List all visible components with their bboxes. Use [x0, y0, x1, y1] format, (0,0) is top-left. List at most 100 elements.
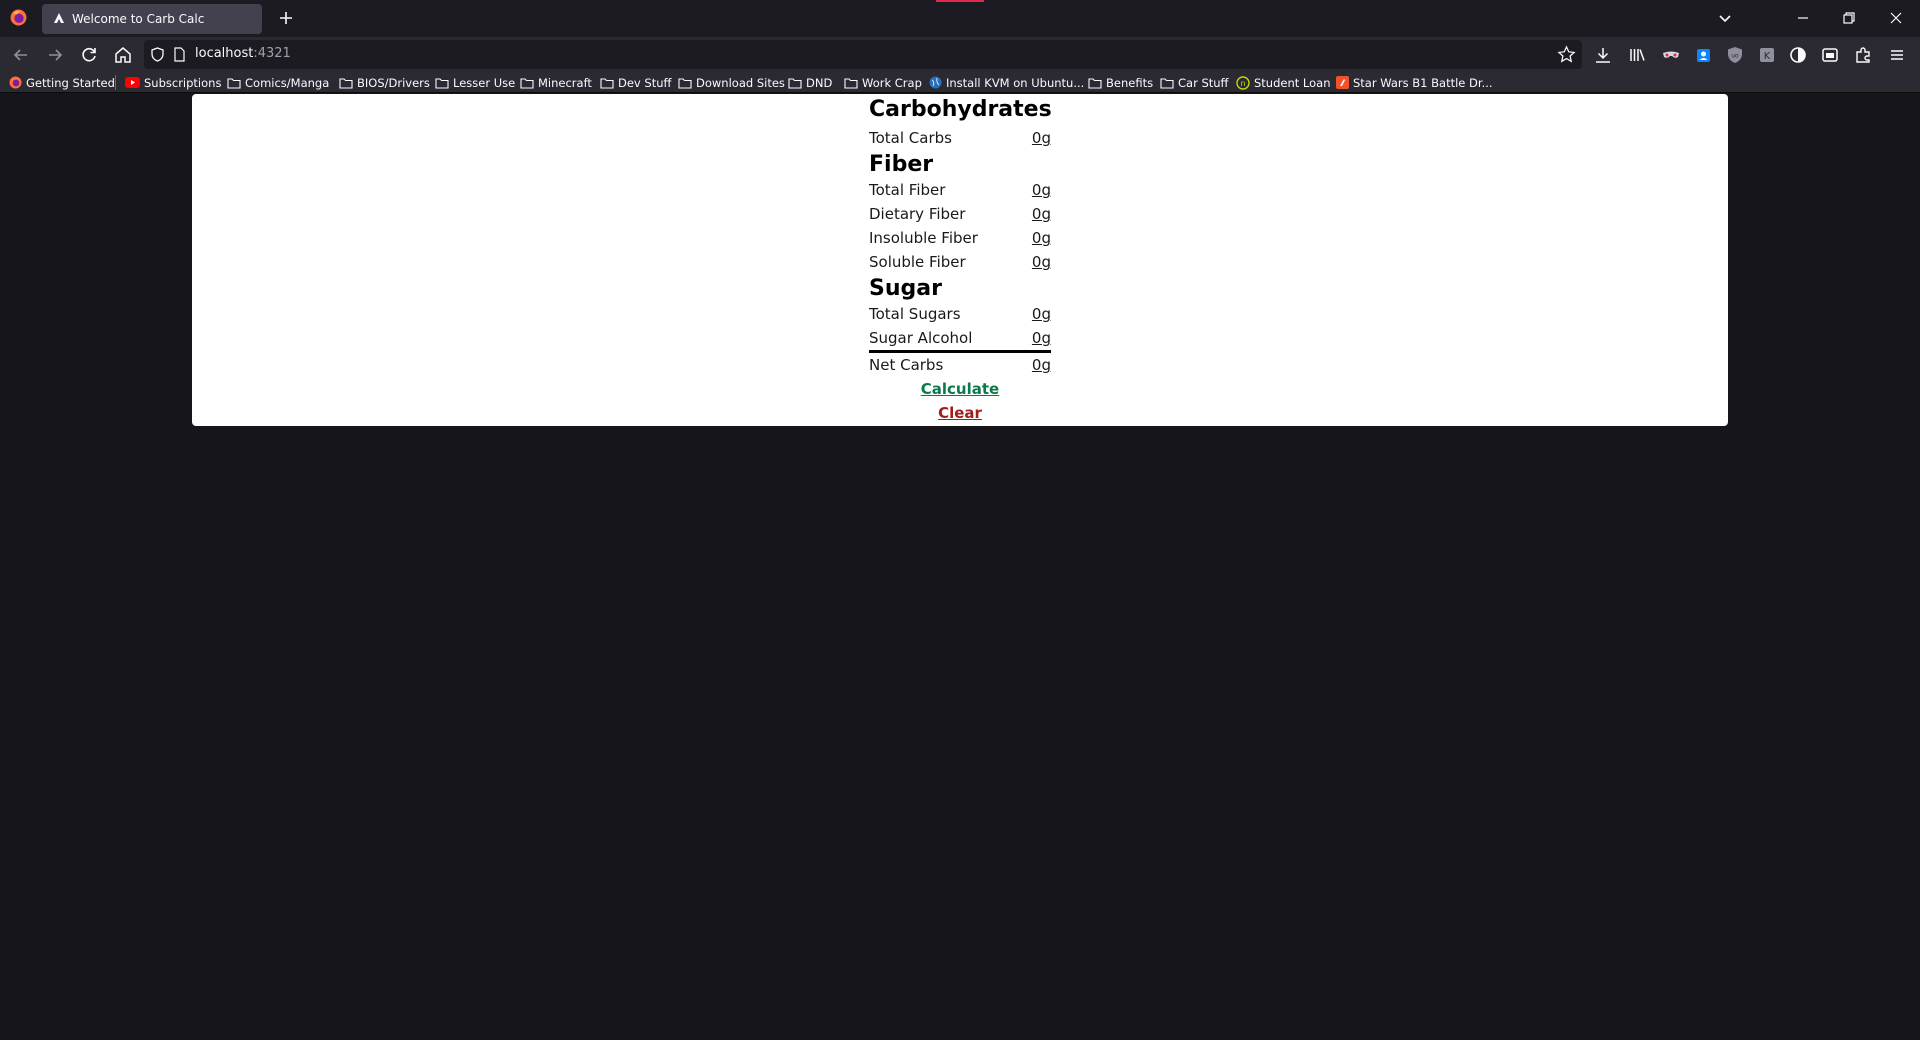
- bookmark-label: Minecraft: [538, 75, 592, 90]
- downloads-icon[interactable]: [1592, 44, 1614, 66]
- bookmark-folder-work-crap[interactable]: Work Crap: [844, 74, 922, 91]
- bookmark-folder-car-stuff[interactable]: Car Stuff: [1160, 74, 1228, 91]
- bookmark-install-kvm[interactable]: Install KVM on Ubuntu...: [929, 74, 1084, 91]
- bookmark-label: Lesser Use: [453, 75, 516, 90]
- nelnet-icon: n: [1236, 75, 1250, 90]
- insoluble-fiber-value[interactable]: 0g: [1032, 229, 1051, 247]
- extensions-puzzle-icon[interactable]: [1852, 44, 1874, 66]
- content-card: Carbohydrates Total Carbs 0g Fiber Total…: [192, 94, 1728, 426]
- list-all-tabs-chevron-icon[interactable]: [1715, 8, 1735, 28]
- bookmark-getting-started[interactable]: Getting Started: [9, 74, 115, 91]
- bookmark-folder-download-sites[interactable]: Download Sites: [678, 74, 785, 91]
- sugar-alcohol-label: Sugar Alcohol: [869, 329, 973, 347]
- svg-text:uo: uo: [1731, 53, 1739, 60]
- folder-icon: [520, 77, 534, 89]
- sharing-indicator: [936, 0, 984, 2]
- bookmark-label: Install KVM on Ubuntu...: [946, 75, 1085, 90]
- back-arrow-icon[interactable]: [9, 43, 33, 67]
- page-info-icon[interactable]: [172, 47, 186, 62]
- folder-icon: [678, 77, 692, 89]
- new-tab-plus-icon[interactable]: [274, 6, 298, 30]
- minimize-icon[interactable]: [1792, 7, 1814, 29]
- net-carbs-divider: [869, 350, 1051, 353]
- sugar-heading: Sugar: [869, 276, 942, 301]
- dietary-fiber-value[interactable]: 0g: [1032, 205, 1051, 223]
- folder-icon: [788, 77, 802, 89]
- youtube-icon: [125, 77, 140, 88]
- total-sugars-value[interactable]: 0g: [1032, 305, 1051, 323]
- folder-icon: [844, 77, 858, 89]
- bookmark-page-icon: [1336, 76, 1349, 89]
- insoluble-fiber-label: Insoluble Fiber: [869, 229, 978, 247]
- folder-icon: [339, 77, 353, 89]
- firefox-menu-icon[interactable]: [10, 9, 27, 26]
- restore-icon[interactable]: [1838, 7, 1860, 29]
- dietary-fiber-label: Dietary Fiber: [869, 205, 966, 223]
- address-bar[interactable]: localhost:4321: [144, 40, 1582, 69]
- close-window-icon[interactable]: [1885, 7, 1907, 29]
- fiber-heading: Fiber: [869, 152, 934, 177]
- navigation-toolbar: localhost:4321 0 uo K: [0, 37, 1920, 87]
- bookmark-folder-comics-manga[interactable]: Comics/Manga: [227, 74, 329, 91]
- url-text[interactable]: localhost:4321: [195, 46, 291, 61]
- soluble-fiber-label: Soluble Fiber: [869, 253, 966, 271]
- bookmark-label: Benefits: [1106, 75, 1154, 90]
- folder-icon: [435, 77, 449, 89]
- bookmark-student-loan[interactable]: n Student Loan: [1236, 74, 1331, 91]
- tracking-protection-shield-icon[interactable]: [150, 47, 165, 62]
- svg-text:n: n: [1240, 79, 1245, 88]
- folder-icon: [227, 77, 241, 89]
- site-favicon-icon: [54, 13, 64, 23]
- total-carbs-value[interactable]: 0g: [1032, 129, 1051, 147]
- sugar-alcohol-value[interactable]: 0g: [1032, 329, 1051, 347]
- bookmark-label: Dev Stuff: [618, 75, 672, 90]
- bookmark-label: Getting Started: [26, 75, 115, 90]
- folder-icon: [600, 77, 614, 89]
- home-icon[interactable]: [111, 43, 135, 67]
- folder-icon: [1160, 77, 1174, 89]
- bookmark-folder-minecraft[interactable]: Minecraft: [520, 74, 592, 91]
- bookmark-subscriptions[interactable]: Subscriptions: [125, 74, 221, 91]
- bookmark-label: Comics/Manga: [245, 75, 330, 90]
- carbohydrates-heading: Carbohydrates: [869, 97, 1052, 122]
- library-icon[interactable]: [1626, 44, 1648, 66]
- tab-strip: Welcome to Carb Calc: [0, 0, 1920, 37]
- clear-button[interactable]: Clear: [869, 404, 1051, 422]
- extension-account-icon[interactable]: [1693, 44, 1715, 66]
- bookmark-label: Download Sites: [696, 75, 785, 90]
- extension-k-icon[interactable]: K: [1756, 44, 1778, 66]
- bookmark-star-wars-b1[interactable]: Star Wars B1 Battle Dr...: [1336, 74, 1493, 91]
- container-tabs-icon[interactable]: [1819, 44, 1841, 66]
- sugar-alcohol-row: Sugar Alcohol 0g: [869, 329, 1051, 351]
- svg-text:K: K: [1764, 51, 1771, 62]
- bookmark-folder-bios-drivers[interactable]: BIOS/Drivers: [339, 74, 430, 91]
- total-fiber-value[interactable]: 0g: [1032, 181, 1051, 199]
- bookmark-folder-benefits[interactable]: Benefits: [1088, 74, 1153, 91]
- soluble-fiber-value[interactable]: 0g: [1032, 253, 1051, 271]
- forward-arrow-icon[interactable]: [43, 43, 67, 67]
- soluble-fiber-row: Soluble Fiber 0g: [869, 253, 1051, 275]
- bookmark-folder-lesser-use[interactable]: Lesser Use: [435, 74, 515, 91]
- bookmark-label: Work Crap: [862, 75, 922, 90]
- reload-icon[interactable]: [77, 43, 101, 67]
- folder-icon: [1088, 77, 1102, 89]
- bookmark-folder-dnd[interactable]: DND: [788, 74, 832, 91]
- ublock-shield-icon[interactable]: uo: [1724, 44, 1746, 66]
- net-carbs-value: 0g: [1031, 356, 1051, 374]
- bookmark-folder-dev-stuff[interactable]: Dev Stuff: [600, 74, 671, 91]
- extension-mask-icon[interactable]: [1660, 44, 1682, 66]
- bookmark-label: Student Loan: [1254, 75, 1331, 90]
- bookmark-star-icon[interactable]: [1557, 45, 1576, 64]
- globe-icon: [929, 76, 942, 89]
- dark-mode-icon[interactable]: [1787, 44, 1809, 66]
- tab-title: Welcome to Carb Calc: [72, 12, 205, 26]
- bookmark-label: Star Wars B1 Battle Dr...: [1353, 75, 1493, 90]
- calculate-button[interactable]: Calculate: [869, 380, 1051, 398]
- tab-carb-calc[interactable]: Welcome to Carb Calc: [42, 4, 262, 34]
- hamburger-menu-icon[interactable]: [1886, 44, 1908, 66]
- firefox-icon: [9, 76, 22, 89]
- total-sugars-row: Total Sugars 0g: [869, 305, 1051, 327]
- dietary-fiber-row: Dietary Fiber 0g: [869, 205, 1051, 227]
- insoluble-fiber-row: Insoluble Fiber 0g: [869, 229, 1051, 251]
- net-carbs-row: Net Carbs 0g: [869, 356, 1051, 378]
